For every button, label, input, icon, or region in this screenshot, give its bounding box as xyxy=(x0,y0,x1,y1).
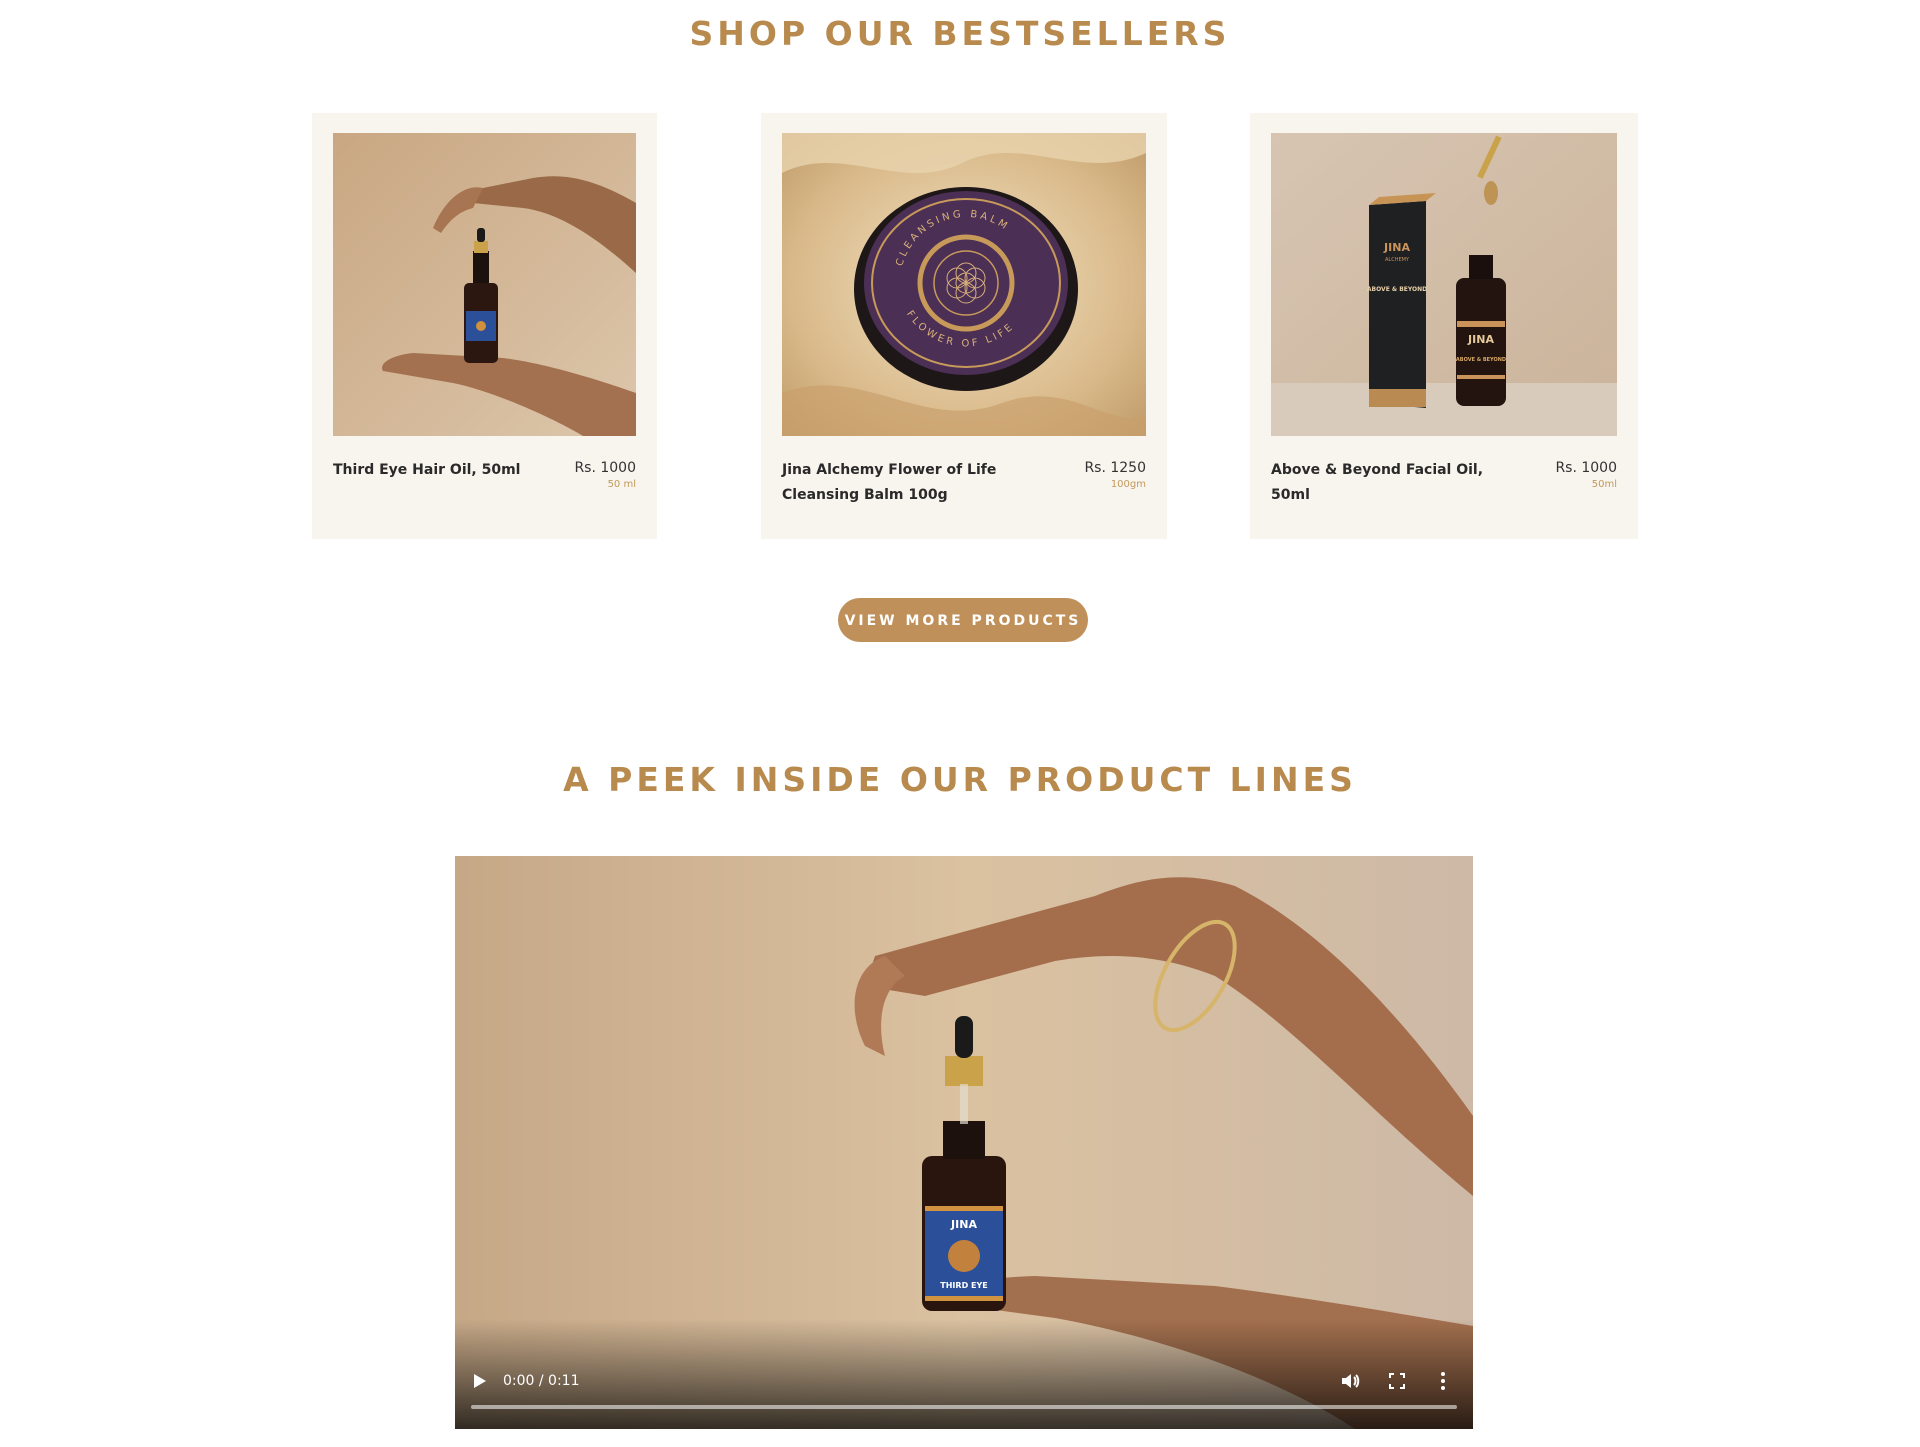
product-image-third-eye-hair-oil[interactable] xyxy=(333,133,636,436)
product-card-third-eye-hair-oil[interactable]: Third Eye Hair Oil, 50ml Rs. 1000 50 ml xyxy=(312,113,657,539)
bottle-brand: JINA xyxy=(1467,333,1494,346)
bestsellers-title: SHOP OUR BESTSELLERS xyxy=(689,14,1231,53)
page: SHOP OUR BESTSELLERS Third Eye Hair Oil,… xyxy=(0,0,1920,1447)
bottle-product: ABOVE & BEYOND xyxy=(1456,357,1506,363)
volume-icon[interactable] xyxy=(1339,1370,1361,1392)
product-size: 100gm xyxy=(1110,479,1146,490)
fullscreen-icon[interactable] xyxy=(1387,1371,1407,1391)
more-vert-icon[interactable] xyxy=(1433,1370,1453,1392)
box-brand: JINA xyxy=(1383,241,1410,254)
box-product: ABOVE & BEYOND xyxy=(1367,286,1427,293)
video-time: 0:00 / 0:11 xyxy=(503,1373,580,1389)
play-icon[interactable] xyxy=(469,1371,489,1391)
box-brand-sub: ALCHEMY xyxy=(1385,257,1410,263)
product-lines-title: A PEEK INSIDE OUR PRODUCT LINES xyxy=(563,760,1357,799)
product-name[interactable]: Third Eye Hair Oil, 50ml xyxy=(333,458,583,483)
video-bottle-product: THIRD EYE xyxy=(940,1281,987,1290)
product-price: Rs. 1000 xyxy=(574,460,636,476)
product-image-cleansing-balm[interactable]: CLEANSING BALM FLOWER OF LIFE xyxy=(782,133,1146,436)
product-size: 50ml xyxy=(1591,479,1617,490)
product-price: Rs. 1000 xyxy=(1555,460,1617,476)
product-price: Rs. 1250 xyxy=(1084,460,1146,476)
product-image-above-beyond[interactable]: JINA ALCHEMY ABOVE & BEYOND JINA ABOVE &… xyxy=(1271,133,1617,436)
product-card-cleansing-balm[interactable]: CLEANSING BALM FLOWER OF LIFE Jina Alche… xyxy=(761,113,1167,539)
video-controls-gradient xyxy=(455,1319,1473,1429)
product-card-above-beyond[interactable]: JINA ALCHEMY ABOVE & BEYOND JINA ABOVE &… xyxy=(1250,113,1638,539)
video-bottle-brand: JINA xyxy=(950,1218,977,1231)
product-name[interactable]: Jina Alchemy Flower of Life Cleansing Ba… xyxy=(782,458,1012,508)
product-size: 50 ml xyxy=(607,479,636,490)
product-video-player[interactable]: JINA THIRD EYE 0:00 / 0:11 xyxy=(455,856,1473,1429)
view-more-products-button[interactable]: VIEW MORE PRODUCTS xyxy=(838,598,1088,642)
product-name[interactable]: Above & Beyond Facial Oil, 50ml xyxy=(1271,458,1521,508)
video-progress-bar[interactable] xyxy=(471,1405,1457,1409)
